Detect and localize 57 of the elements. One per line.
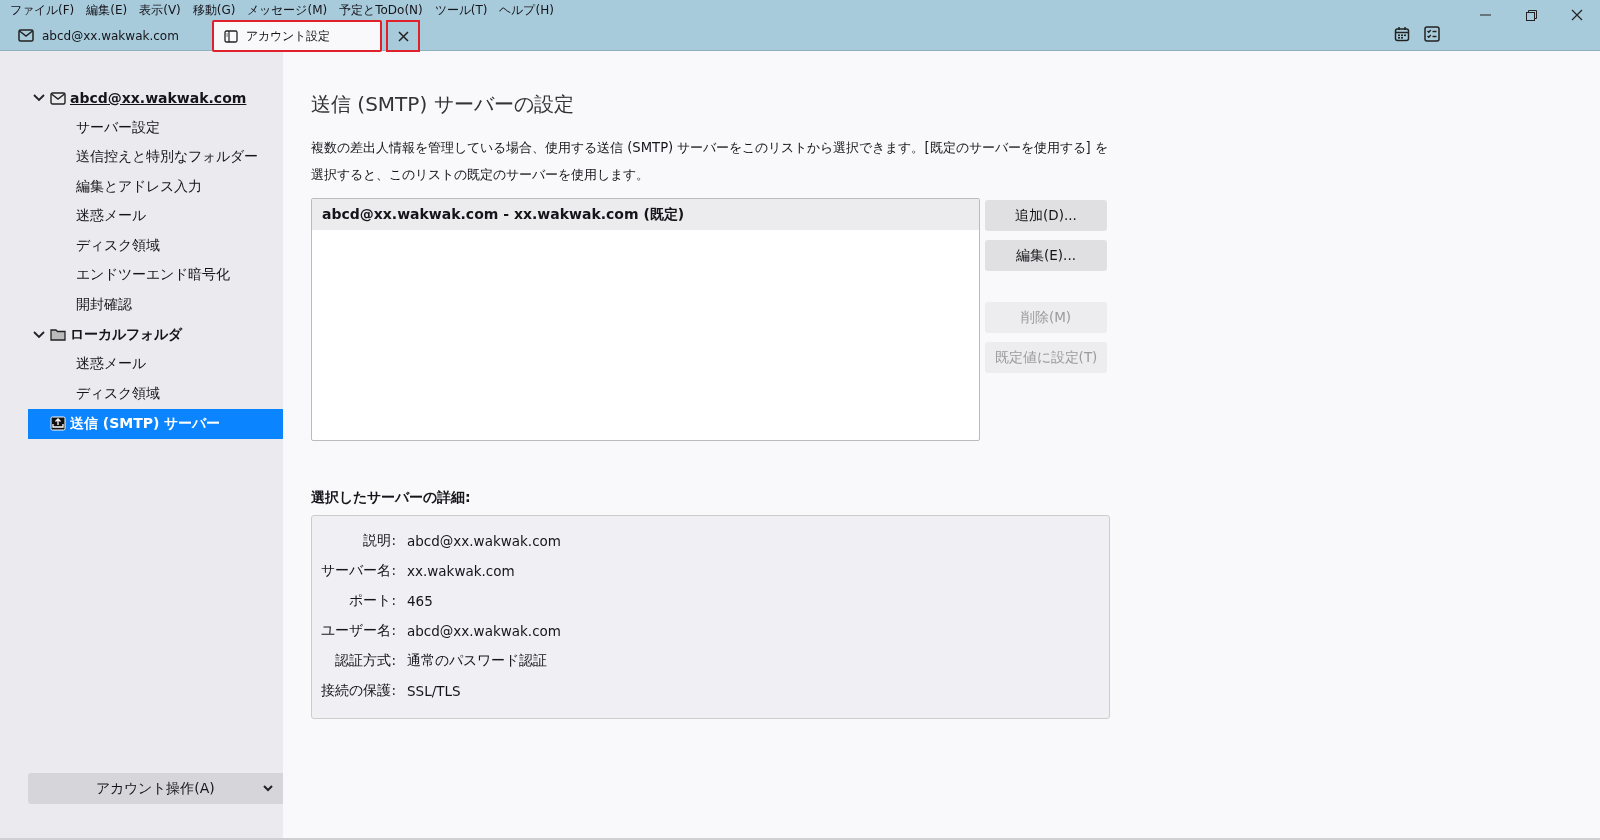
menu-item[interactable]: 移動(G) [186,1,242,19]
chevron-icon [263,785,273,792]
menu-item[interactable]: 表示(V) [133,1,187,19]
menu-item[interactable]: ツール(T) [428,1,494,19]
field-label: ユーザー名: [320,621,396,640]
minimize-icon [1479,14,1491,16]
outbox-icon [50,416,66,431]
restore-icon [1525,9,1537,21]
envelope-icon [50,91,66,105]
tree-item[interactable]: 開封確認 [28,290,283,320]
field-label: 認証方式: [334,651,396,670]
field-value: 465 [407,592,434,611]
chevron-icon[interactable] [32,94,46,102]
server-list-item[interactable]: abcd@xx.wakwak.com - xx.wakwak.com (既定) [312,199,979,230]
field-label: ポート: [348,591,396,610]
tree-item[interactable]: 送信控えと特別なフォルダー [28,142,283,172]
close-icon [1571,9,1583,21]
menu-item[interactable]: 編集(E) [80,1,134,19]
field-value: abcd@xx.wakwak.com [407,532,562,551]
menu-item[interactable]: ヘルプ(H) [493,1,560,19]
field-label: サーバー名: [320,561,396,580]
action-button[interactable]: 追加(D)... [985,200,1107,231]
folder-icon [50,328,66,341]
details-heading: 選択したサーバーの詳細: [311,489,472,507]
field-value: xx.wakwak.com [407,562,516,581]
tree-item[interactable]: サーバー設定 [28,113,283,143]
field-value: SSL/TLS [407,682,462,701]
field-label: 説明: [362,531,396,550]
tree-item[interactable]: エンドツーエンド暗号化 [28,260,283,290]
account-item[interactable]: abcd@xx.wakwak.com [28,83,283,113]
close-icon [397,30,409,42]
menu-item[interactable]: メッセージ(M) [241,1,334,19]
menu-item[interactable]: 予定とToDo(N) [333,1,429,19]
tab[interactable]: abcd@xx.wakwak.com [8,22,212,50]
action-button[interactable]: 編集(E)... [985,240,1107,271]
field-value: 通常のパスワード認証 [407,651,548,670]
field-label: 接続の保護: [320,681,396,700]
tab[interactable]: アカウント設定 [212,20,382,52]
page-title: 送信 (SMTP) サーバーの設定 [311,91,575,118]
tree-item[interactable]: 迷惑メール [28,201,283,231]
tree-item[interactable]: ディスク領域 [28,379,283,409]
calendar-icon[interactable] [1394,26,1410,42]
server-list[interactable]: abcd@xx.wakwak.com - xx.wakwak.com (既定) [311,198,980,441]
folder-item[interactable]: ローカルフォルダ [28,319,283,350]
tree-item[interactable]: 送信 (SMTP) サーバー [28,408,283,439]
close-tab-button[interactable] [386,20,420,52]
account-actions-button[interactable]: アカウント操作(A) [28,773,283,804]
sidebar-panel-icon [224,29,238,43]
tree-item[interactable]: ディスク領域 [28,231,283,261]
chevron-icon[interactable] [32,330,46,339]
menu-item[interactable]: ファイル(F) [4,1,81,19]
tree-item[interactable]: 編集とアドレス入力 [28,172,283,202]
task-list-icon[interactable] [1424,26,1440,42]
description-text: 複数の差出人情報を管理している場合、使用する送信 (SMTP) サーバーをこのリストから選択できます。[既定のサーバーを使用する] を選択すると、このリストの既定のサーバーを使用します。 [311,139,1109,184]
tree-item[interactable]: 迷惑メール [28,349,283,379]
mail-icon [18,29,34,43]
field-value: abcd@xx.wakwak.com [407,622,562,641]
